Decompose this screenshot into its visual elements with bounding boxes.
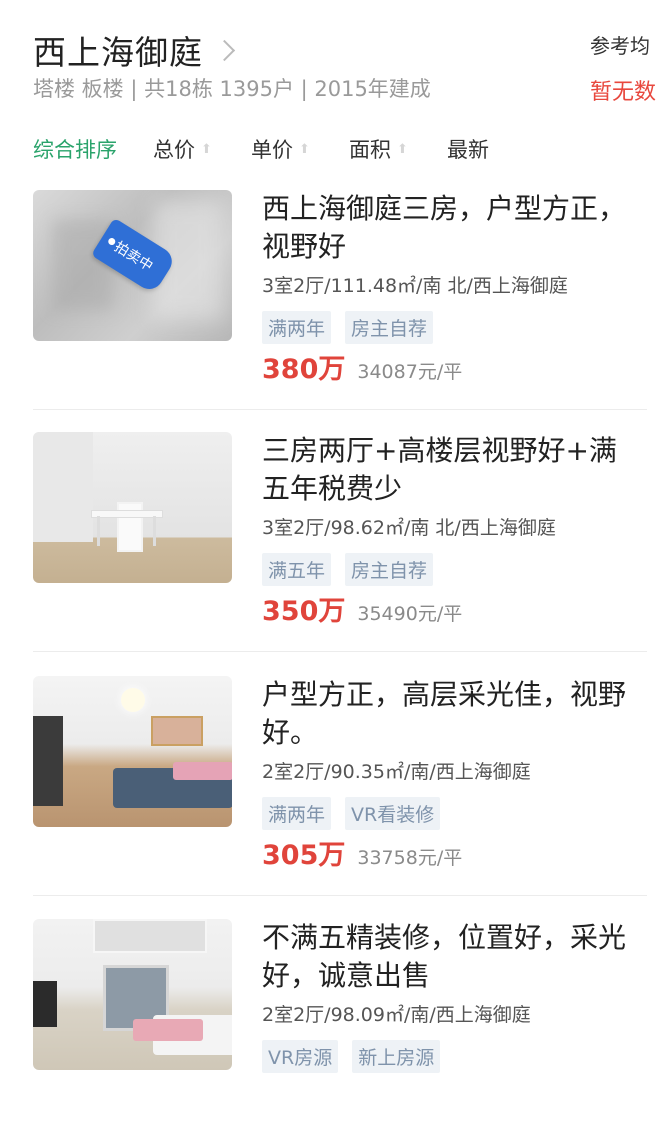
photo-table-leg [153, 516, 156, 546]
total-price: 350万 [262, 596, 346, 627]
community-title[interactable]: 西上海御庭 [33, 26, 203, 74]
listing-card[interactable]: 不满五精装修，位置好，采光好，诚意出售 2室2厅/98.09㎡/南/西上海御庭 … [0, 897, 667, 1139]
sort-label: 总价 [153, 138, 195, 162]
sort-bar: 综合排序 总价 ⬆ 单价 ⬆ 面积 ⬆ 最新 [0, 128, 667, 168]
divider [33, 895, 647, 896]
total-price: 380万 [262, 354, 346, 385]
listing-tag: 满两年 [262, 311, 332, 344]
photo-lamp [121, 688, 145, 712]
sort-newest[interactable]: 最新 [447, 134, 489, 164]
sort-label: 综合排序 [33, 138, 117, 162]
reference-price-value: 暂无数 [590, 80, 657, 105]
listing-price: 305万 33758元/平 [262, 833, 462, 872]
listing-meta: 2室2厅/98.09㎡/南/西上海御庭 [262, 1004, 531, 1026]
listing-card[interactable]: 三房两厅+高楼层视野好+满五年税费少 3室2厅/98.62㎡/南 北/西上海御庭… [0, 410, 667, 652]
listing-tags: 满两年 房主自荐 [262, 311, 447, 344]
photo-pillows [173, 762, 232, 780]
listing-photo[interactable]: 拍卖中 [33, 190, 232, 341]
sort-unit-price[interactable]: 单价 ⬆ [251, 134, 310, 164]
listing-title[interactable]: 不满五精装修，位置好，采光好，诚意出售 [262, 919, 642, 995]
listing-price: 350万 35490元/平 [262, 589, 462, 628]
unit-price: 35490元/平 [357, 603, 463, 625]
sort-comprehensive[interactable]: 综合排序 [33, 134, 117, 164]
photo-table-leg [97, 516, 100, 546]
photo-pillows [133, 1019, 203, 1041]
listing-card[interactable]: 户型方正，高层采光佳，视野好。 2室2厅/90.35㎡/南/西上海御庭 满两年 … [0, 654, 667, 896]
community-header: 西上海御庭 塔楼 板楼 | 共18栋 1395户 | 2015年建成 参考均 暂… [0, 0, 667, 120]
listing-meta: 2室2厅/90.35㎡/南/西上海御庭 [262, 761, 531, 783]
community-title-row[interactable]: 西上海御庭 [33, 26, 236, 74]
listing-tag: 满五年 [262, 553, 332, 586]
photo-painting [151, 716, 203, 746]
divider [33, 651, 647, 652]
sort-label: 面积 [349, 138, 391, 162]
sort-label: 最新 [447, 138, 489, 162]
listing-tag: VR房源 [262, 1040, 339, 1073]
listing-title[interactable]: 西上海御庭三房，户型方正，视野好 [262, 190, 642, 266]
listing-tags: 满两年 VR看装修 [262, 797, 454, 830]
listing-price: 380万 34087元/平 [262, 347, 462, 386]
community-summary: 塔楼 板楼 | 共18栋 1395户 | 2015年建成 [33, 77, 431, 101]
listing-title[interactable]: 三房两厅+高楼层视野好+满五年税费少 [262, 432, 642, 508]
sort-arrow-icon: ⬆ [201, 141, 212, 157]
sort-total-price[interactable]: 总价 ⬆ [153, 134, 212, 164]
listing-tag: 新上房源 [352, 1040, 441, 1073]
sort-label: 单价 [251, 138, 293, 162]
photo-cabinet [33, 716, 63, 806]
unit-price: 33758元/平 [357, 847, 463, 869]
listing-meta: 3室2厅/98.62㎡/南 北/西上海御庭 [262, 517, 556, 539]
sort-area[interactable]: 面积 ⬆ [349, 134, 408, 164]
listing-tag: 房主自荐 [345, 553, 434, 586]
chevron-right-icon[interactable] [213, 39, 236, 61]
unit-price: 34087元/平 [357, 361, 463, 383]
listing-photo[interactable] [33, 432, 232, 583]
sort-arrow-icon: ⬆ [397, 141, 408, 157]
sort-arrow-icon: ⬆ [299, 141, 310, 157]
listing-meta: 3室2厅/111.48㎡/南 北/西上海御庭 [262, 275, 568, 297]
listing-tags: 满五年 房主自荐 [262, 553, 447, 586]
auction-badge-label: 拍卖中 [111, 238, 156, 275]
total-price: 305万 [262, 840, 346, 871]
photo-ceiling [93, 919, 207, 953]
listing-tag: VR看装修 [345, 797, 441, 830]
listing-card[interactable]: 拍卖中 西上海御庭三房，户型方正，视野好 3室2厅/111.48㎡/南 北/西上… [0, 168, 667, 410]
listing-tag: 房主自荐 [345, 311, 434, 344]
photo-tv [33, 981, 57, 1027]
photo-wall [33, 432, 93, 542]
reference-price-label: 参考均 [590, 34, 650, 58]
listing-tag: 满两年 [262, 797, 332, 830]
listing-tags: VR房源 新上房源 [262, 1040, 454, 1073]
listing-photo[interactable] [33, 919, 232, 1070]
listing-photo[interactable] [33, 676, 232, 827]
listing-title[interactable]: 户型方正，高层采光佳，视野好。 [262, 676, 642, 752]
